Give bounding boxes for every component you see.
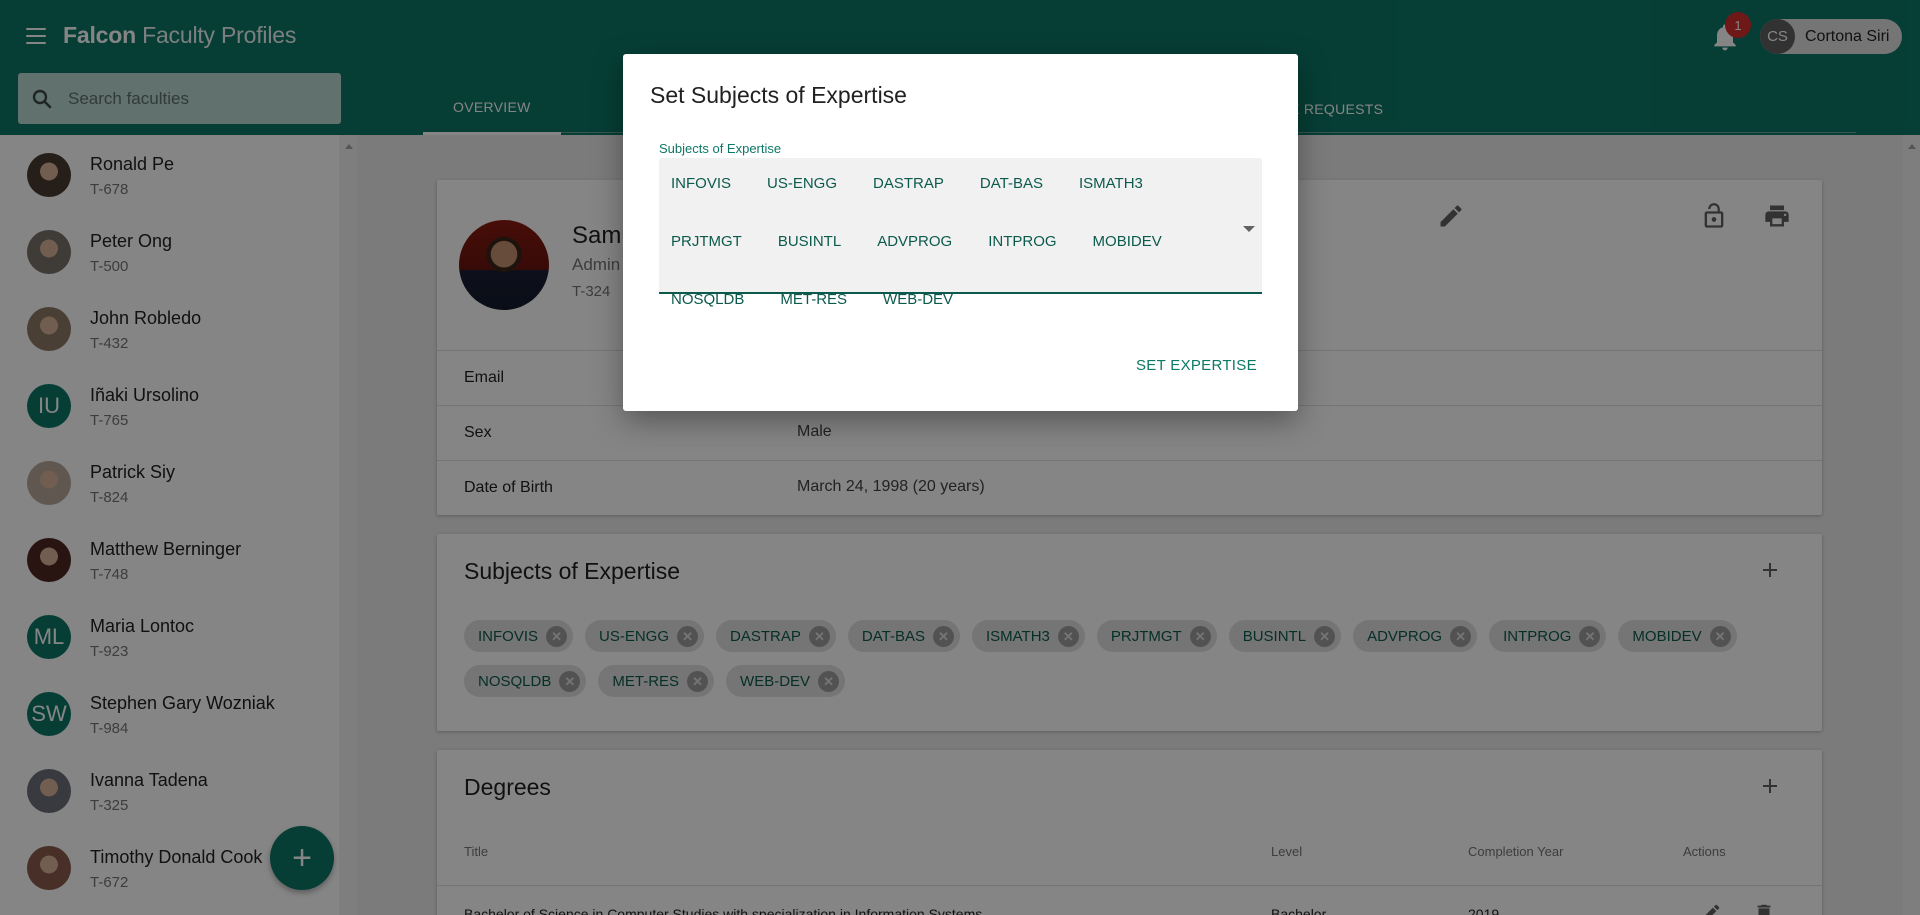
selected-subject-chip[interactable]: MET-RES [780, 283, 859, 315]
subjects-select[interactable]: INFOVIS US-ENGG DASTRAP DAT-BAS ISMATH3 PRJTM… [659, 158, 1262, 308]
selected-subject-chip[interactable]: NOSQLDB [671, 283, 756, 315]
selected-subject-list: INFOVIS US-ENGG DASTRAP DAT-BAS ISMATH3 PRJTM… [671, 167, 1211, 315]
dialog-title: Set Subjects of Expertise [650, 82, 907, 108]
dropdown-arrow-icon[interactable] [1243, 226, 1255, 232]
selected-subject-chip[interactable]: DASTRAP [873, 167, 956, 199]
selected-subject-chip[interactable]: INTPROG [988, 225, 1068, 257]
selected-subject-chip[interactable]: MOBIDEV [1093, 225, 1174, 257]
selected-subject-chip[interactable]: INFOVIS [671, 167, 743, 199]
selected-subject-chip[interactable]: WEB-DEV [883, 283, 965, 315]
selected-subject-chip[interactable]: DAT-BAS [980, 167, 1055, 199]
selected-subject-chip[interactable]: ADVPROG [877, 225, 964, 257]
selected-subject-chip[interactable]: US-ENGG [767, 167, 849, 199]
set-expertise-button[interactable]: SET EXPERTISE [1128, 349, 1265, 382]
selected-subject-chip[interactable]: PRJTMGT [671, 225, 754, 257]
set-expertise-dialog: Set Subjects of Expertise Subjects of Ex… [623, 54, 1298, 411]
field-label: Subjects of Expertise [659, 141, 782, 156]
selected-subject-chip[interactable]: ISMATH3 [1079, 167, 1155, 199]
selected-subject-chip[interactable]: BUSINTL [778, 225, 853, 257]
